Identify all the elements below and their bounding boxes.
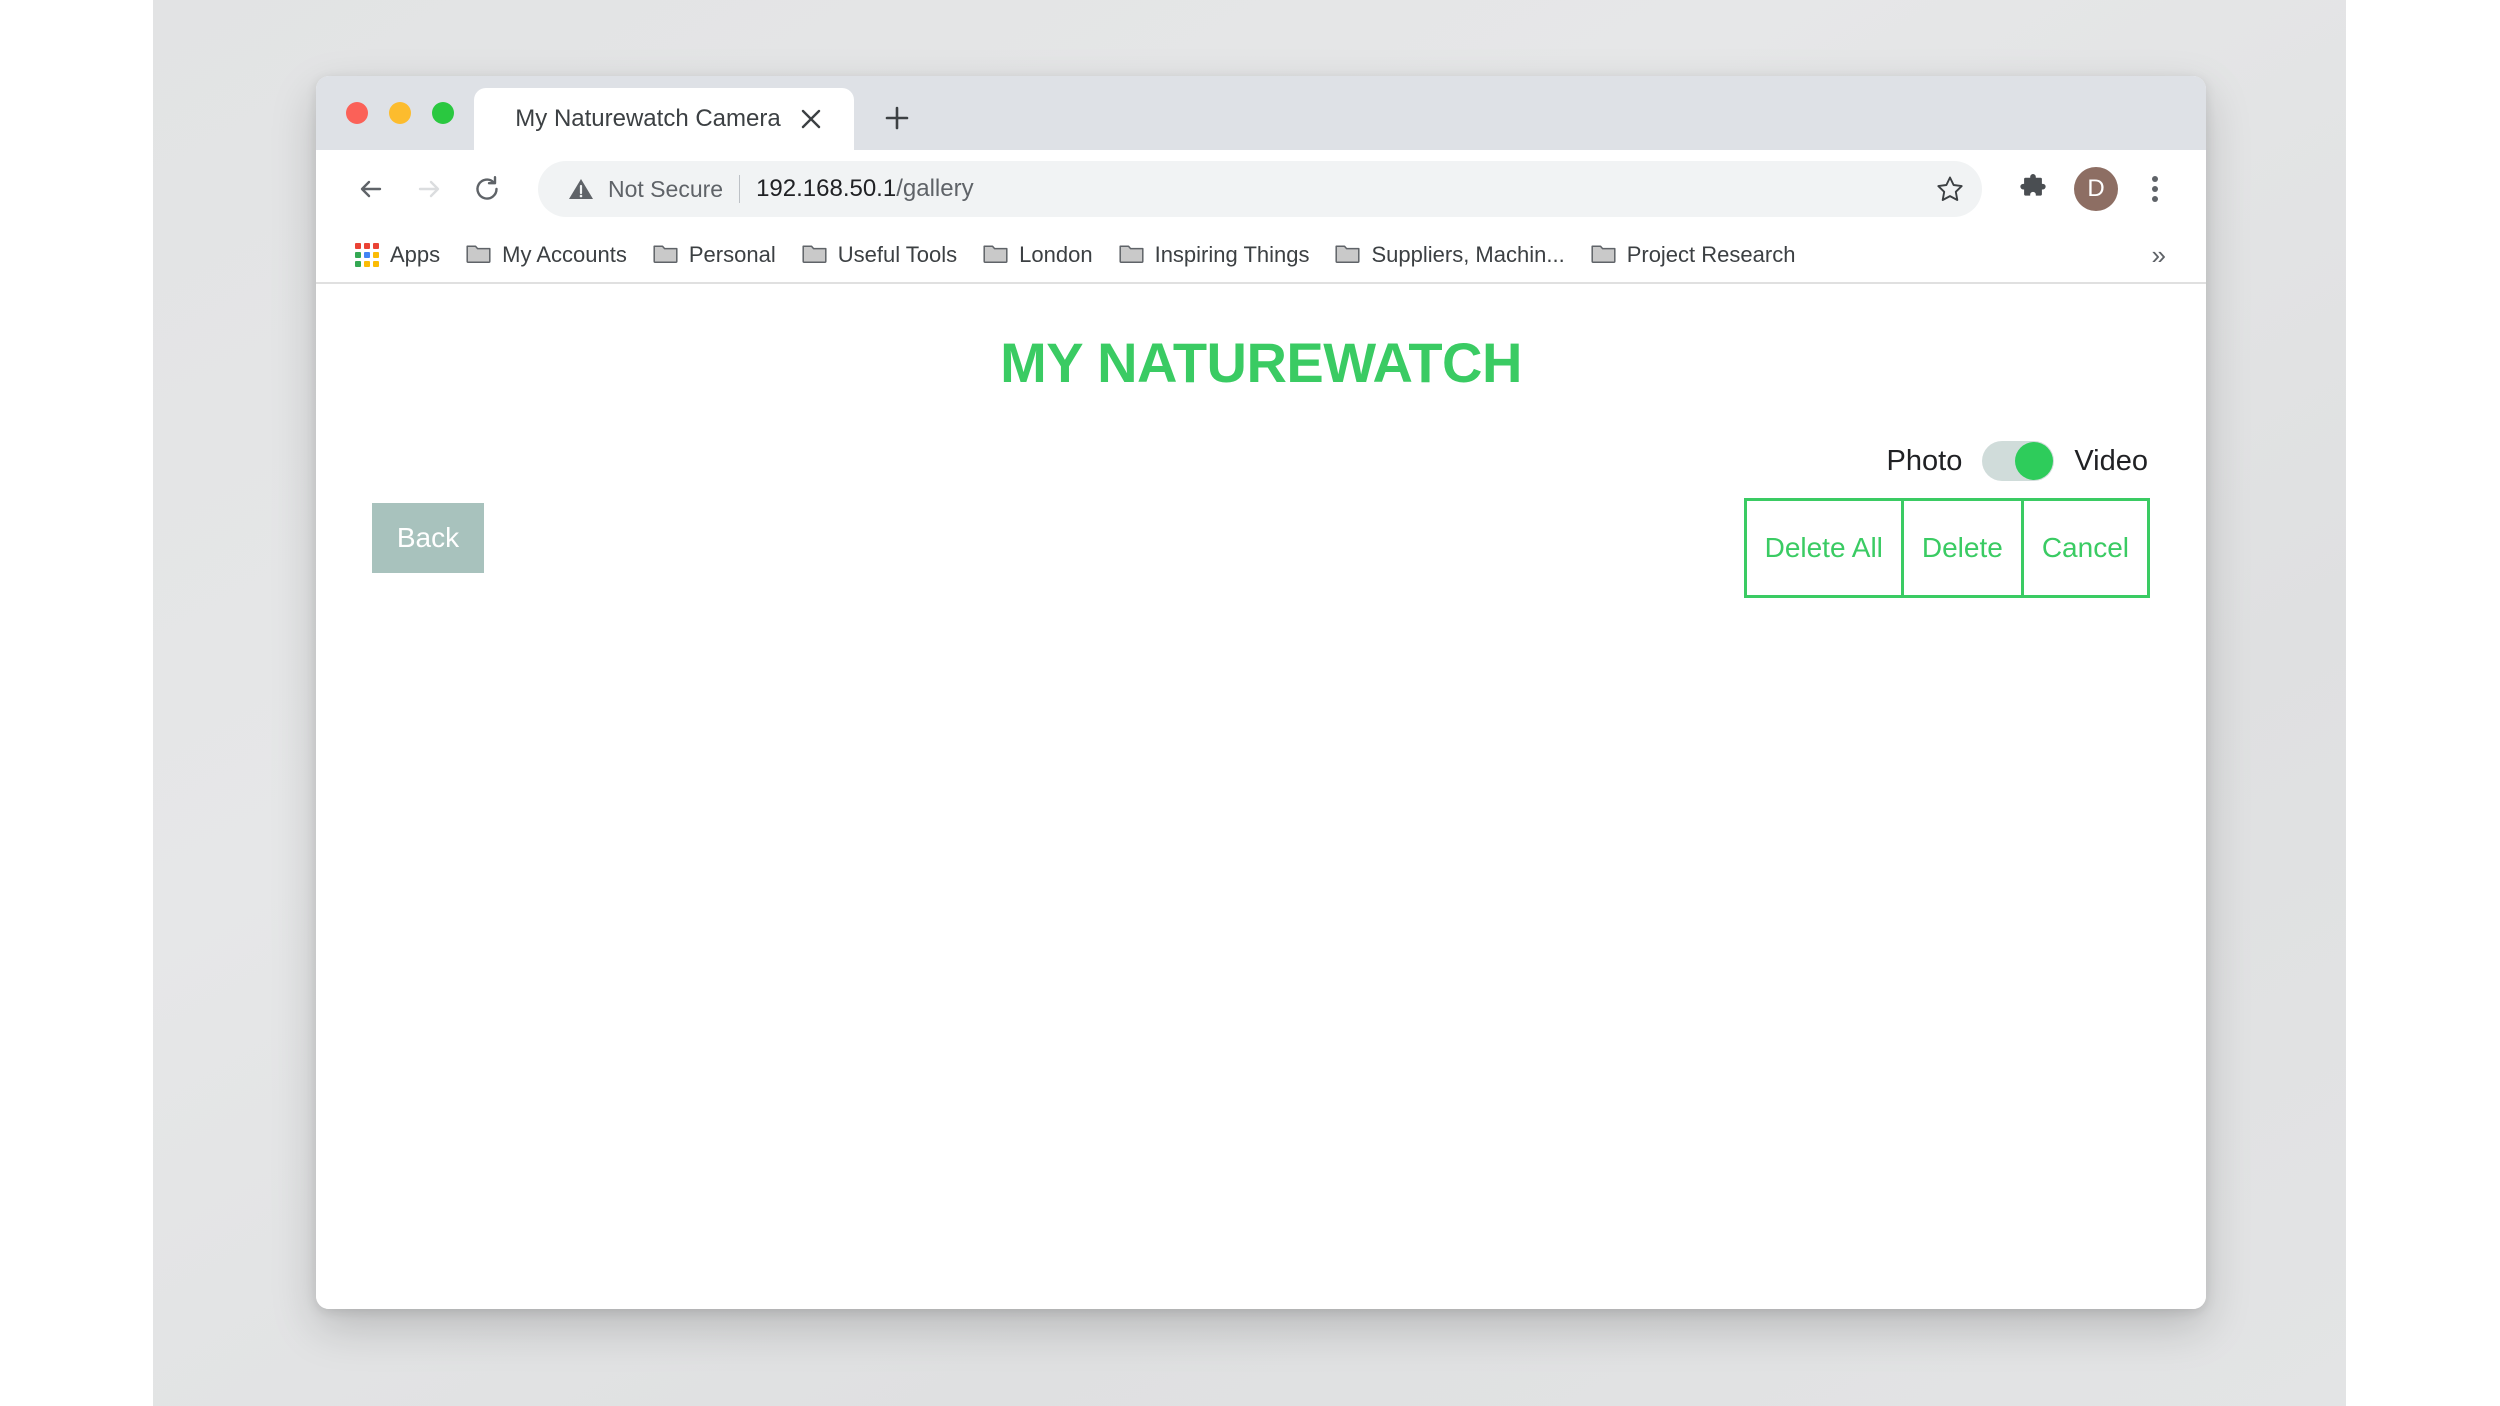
bookmark-my-accounts[interactable]: My Accounts [453,236,640,275]
bookmark-label: Inspiring Things [1154,242,1310,267]
bookmark-label: London [1019,242,1093,267]
folder-icon [653,242,678,269]
close-window-button[interactable] [346,102,368,124]
three-dot-menu-icon[interactable] [2130,164,2180,214]
tab-strip: My Naturewatch Camera [316,76,2206,150]
bookmark-label: Suppliers, Machin... [1371,242,1565,267]
delete-button[interactable]: Delete [1900,498,2024,598]
bookmark-apps[interactable]: Apps [342,236,453,274]
delete-button-group: Delete All Delete Cancel [1743,498,2150,598]
folder-icon [802,242,827,269]
page-content: MY NATUREWATCH Photo Video Back Delete A… [316,284,2206,1309]
toggle-knob [2015,442,2054,480]
bookmarks-bar: Apps My Accounts Personal Useful Tools L [316,228,2206,284]
browser-window: My Naturewatch Camera Not Secure 192.168… [316,76,2206,1309]
minimize-window-button[interactable] [389,102,411,124]
reload-icon[interactable] [458,160,516,218]
new-tab-button[interactable] [870,91,924,145]
folder-icon [1335,242,1361,269]
security-status-label: Not Secure [608,175,724,202]
omnibox-divider [739,175,741,203]
bookmark-inspiring-things[interactable]: Inspiring Things [1106,236,1323,275]
cancel-button[interactable]: Cancel [2020,498,2150,598]
bookmark-london[interactable]: London [970,236,1105,275]
maximize-window-button[interactable] [432,102,454,124]
folder-icon [983,242,1008,269]
apps-grid-icon [355,243,379,267]
browser-toolbar: Not Secure 192.168.50.1/gallery D [316,150,2206,228]
puzzle-piece-icon[interactable] [2008,164,2058,214]
delete-all-button[interactable]: Delete All [1743,498,1904,598]
action-row: Back Delete All Delete Cancel [372,498,2150,603]
bookmark-project-research[interactable]: Project Research [1578,236,1809,275]
folder-icon [466,242,491,269]
bookmark-suppliers-machining[interactable]: Suppliers, Machin... [1322,236,1577,275]
bookmarks-overflow-button[interactable]: » [2138,240,2180,271]
warning-triangle-icon [568,176,594,202]
toggle-label-photo: Photo [1886,444,1963,477]
url-host: 192.168.50.1 [756,175,897,202]
folder-icon [1119,242,1144,269]
bookmark-star-icon[interactable] [1928,167,1972,211]
bookmark-label: Apps [390,242,441,267]
photo-video-toggle[interactable] [1982,441,2055,481]
toggle-label-video: Video [2074,444,2148,477]
avatar[interactable]: D [2074,167,2118,211]
bookmark-label: Personal [688,242,776,267]
page-title: MY NATUREWATCH [1000,331,1522,394]
mode-toggle-row: Photo Video [372,441,2150,481]
close-icon[interactable] [794,102,828,136]
bookmark-label: My Accounts [502,242,627,267]
bookmark-useful-tools[interactable]: Useful Tools [789,236,970,275]
arrow-left-icon[interactable] [342,160,400,218]
url-text: 192.168.50.1/gallery [756,175,974,203]
bookmark-personal[interactable]: Personal [640,236,789,275]
arrow-right-icon [400,160,458,218]
tab-title: My Naturewatch Camera [515,105,781,132]
bookmark-label: Useful Tools [837,242,958,267]
back-button[interactable]: Back [372,503,484,573]
url-path: /gallery [896,175,974,202]
address-bar[interactable]: Not Secure 192.168.50.1/gallery [538,161,1982,217]
folder-icon [1591,242,1616,269]
bookmark-label: Project Research [1626,242,1796,267]
window-controls [316,76,474,150]
browser-tab[interactable]: My Naturewatch Camera [474,88,854,150]
